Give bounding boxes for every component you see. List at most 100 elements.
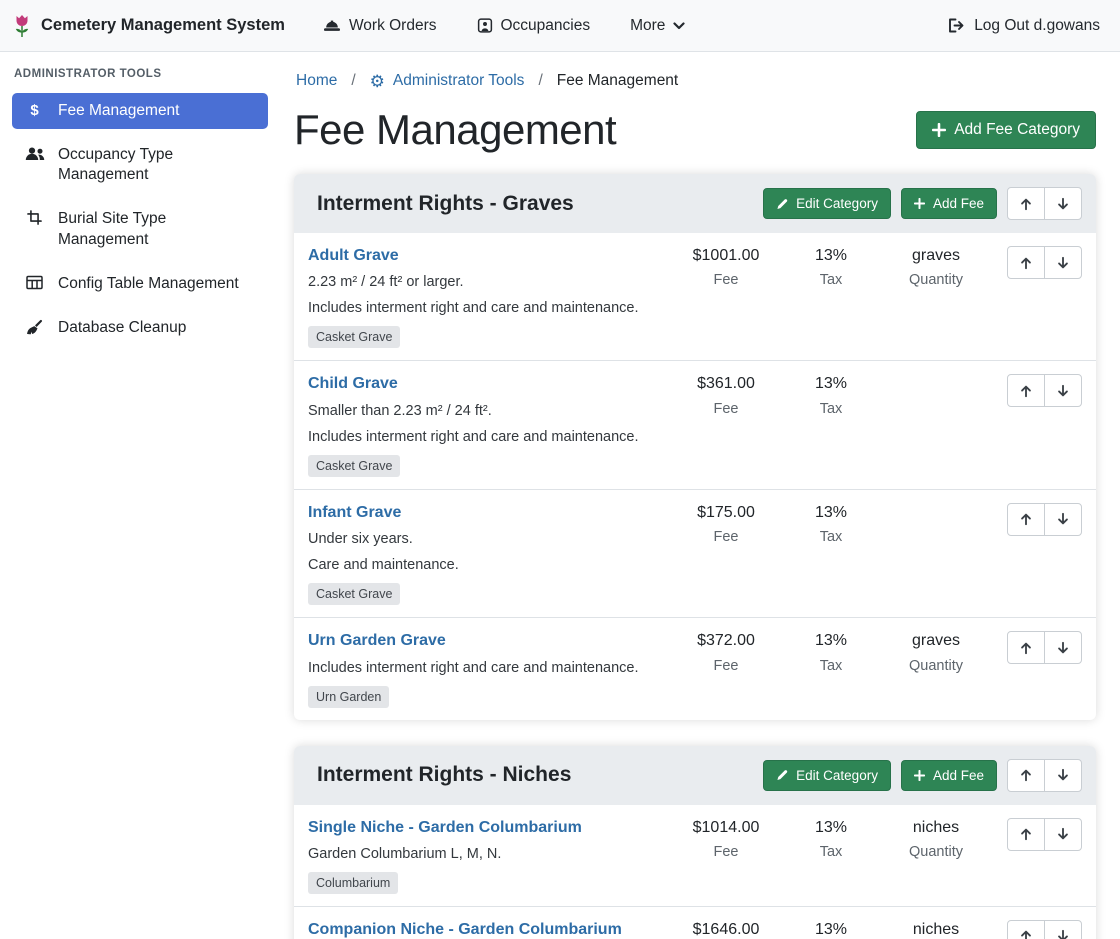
fee-amount-col: $372.00 Fee: [666, 631, 786, 673]
page-title: Fee Management: [294, 106, 616, 154]
breadcrumb-home-link[interactable]: Home: [296, 72, 337, 90]
page-layout: ADMINISTRATOR TOOLS $ Fee Management Occ…: [0, 52, 1120, 939]
fee-tax-col: 13% Tax: [786, 920, 876, 939]
fee-name-link[interactable]: Infant Grave: [308, 503, 401, 522]
sidebar-item-occupancy-type-management[interactable]: Occupancy Type Management: [12, 137, 268, 193]
fee-amount-col: $1001.00 Fee: [666, 246, 786, 288]
fee-tax-label: Tax: [786, 844, 876, 860]
edit-category-button[interactable]: Edit Category: [763, 188, 891, 219]
fee-type-badge: Casket Grave: [308, 326, 400, 348]
main-nav: Work Orders Occupancies More: [323, 17, 686, 35]
edit-category-label: Edit Category: [796, 196, 878, 211]
nav-more[interactable]: More: [630, 17, 685, 35]
nav-work-orders[interactable]: Work Orders: [323, 17, 437, 35]
fee-description: Garden Columbarium L, M, N.: [308, 845, 666, 863]
nav-more-label: More: [630, 17, 665, 35]
fee-move-up-button[interactable]: [1007, 374, 1045, 407]
logout-label: Log Out d.gowans: [974, 17, 1100, 35]
fee-name-link[interactable]: Urn Garden Grave: [308, 631, 446, 650]
fee-move-down-button[interactable]: [1044, 246, 1082, 279]
fee-name-link[interactable]: Adult Grave: [308, 246, 399, 265]
pencil-icon: [776, 198, 788, 210]
fee-tax-col: 13% Tax: [786, 818, 876, 860]
fee-amount: $361.00: [666, 374, 786, 393]
sidebar-item-fee-management[interactable]: $ Fee Management: [12, 93, 268, 129]
fee-quantity-col: graves Quantity: [876, 631, 996, 673]
fee-tax: 13%: [786, 246, 876, 265]
fee-move-up-button[interactable]: [1007, 920, 1045, 939]
fee-move-down-button[interactable]: [1044, 503, 1082, 536]
fee-move-up-button[interactable]: [1007, 246, 1045, 279]
fee-move-up-button[interactable]: [1007, 503, 1045, 536]
fee-amount-col: $175.00 Fee: [666, 503, 786, 545]
fee-tax-col: 13% Tax: [786, 246, 876, 288]
fee-tax: 13%: [786, 818, 876, 837]
fee-description: Includes interment right and care and ma…: [308, 299, 666, 317]
fee-amount: $175.00: [666, 503, 786, 522]
category-move-down-button[interactable]: [1044, 759, 1082, 792]
fee-type-badge: Casket Grave: [308, 583, 400, 605]
fee-type-badge: Columbarium: [308, 872, 398, 894]
logout-button[interactable]: Log Out d.gowans: [948, 17, 1100, 35]
plus-icon: [914, 770, 925, 781]
fee-quantity: graves: [876, 631, 996, 650]
breadcrumb-admin-tools-link[interactable]: ⚙ Administrator Tools: [370, 72, 525, 90]
add-fee-label: Add Fee: [933, 768, 984, 783]
fee-tax-label: Tax: [786, 529, 876, 545]
nav-occupancies[interactable]: Occupancies: [477, 17, 591, 35]
category-move-down-button[interactable]: [1044, 187, 1082, 220]
fee-move-up-button[interactable]: [1007, 818, 1045, 851]
add-fee-category-button[interactable]: Add Fee Category: [916, 111, 1096, 149]
sidebar: ADMINISTRATOR TOOLS $ Fee Management Occ…: [0, 52, 280, 939]
category-move-up-button[interactable]: [1007, 187, 1045, 220]
fee-name-link[interactable]: Single Niche - Garden Columbarium: [308, 818, 582, 837]
fee-move-down-button[interactable]: [1044, 374, 1082, 407]
fee-move-down-button[interactable]: [1044, 920, 1082, 939]
nav-work-orders-label: Work Orders: [349, 17, 437, 35]
fee-tax: 13%: [786, 374, 876, 393]
sidebar-item-config-table-management[interactable]: Config Table Management: [12, 266, 268, 302]
edit-category-button[interactable]: Edit Category: [763, 760, 891, 791]
sidebar-item-label: Config Table Management: [58, 274, 239, 294]
category-title: Interment Rights - Niches: [308, 763, 571, 787]
fee-reorder-buttons: [1007, 374, 1082, 407]
fee-row: Companion Niche - Garden Columbarium Gar…: [294, 907, 1096, 939]
dollar-sign-icon: $: [24, 102, 45, 120]
category-move-up-button[interactable]: [1007, 759, 1045, 792]
fee-row: Urn Garden Grave Includes interment righ…: [294, 618, 1096, 719]
fee-description: Care and maintenance.: [308, 556, 666, 574]
fee-quantity-label: Quantity: [876, 844, 996, 860]
fee-quantity: graves: [876, 246, 996, 265]
fee-move-down-button[interactable]: [1044, 631, 1082, 664]
sidebar-item-label: Occupancy Type Management: [58, 145, 256, 185]
top-navbar: Cemetery Management System Work Orders: [0, 0, 1120, 52]
fee-move-up-button[interactable]: [1007, 631, 1045, 664]
fee-info: Companion Niche - Garden Columbarium Gar…: [308, 920, 666, 939]
fee-reorder-buttons: [1007, 246, 1082, 279]
add-fee-button[interactable]: Add Fee: [901, 188, 997, 219]
fee-description: Under six years.: [308, 530, 666, 548]
fee-quantity-col: graves Quantity: [876, 246, 996, 288]
fee-amount: $1646.00: [666, 920, 786, 939]
fee-quantity: niches: [876, 818, 996, 837]
fee-reorder-buttons: [1007, 920, 1082, 939]
breadcrumb-current: Fee Management: [557, 72, 679, 90]
fee-info: Infant Grave Under six years. Care and m…: [308, 503, 666, 605]
app-brand[interactable]: Cemetery Management System: [12, 13, 285, 39]
add-fee-button[interactable]: Add Fee: [901, 760, 997, 791]
fee-amount-col: $361.00 Fee: [666, 374, 786, 416]
add-fee-label: Add Fee: [933, 196, 984, 211]
main-content: Home / ⚙ Administrator Tools / Fee Manag…: [280, 52, 1120, 939]
table-icon: [24, 275, 45, 290]
fee-name-link[interactable]: Companion Niche - Garden Columbarium: [308, 920, 622, 939]
fee-reorder-buttons: [1007, 631, 1082, 664]
sidebar-item-database-cleanup[interactable]: Database Cleanup: [12, 310, 268, 346]
sidebar-item-label: Database Cleanup: [58, 318, 186, 338]
fee-move-down-button[interactable]: [1044, 818, 1082, 851]
fee-amount-label: Fee: [666, 272, 786, 288]
fee-quantity-col: niches Quantity: [876, 818, 996, 860]
fee-name-link[interactable]: Child Grave: [308, 374, 398, 393]
sidebar-item-burial-site-type-management[interactable]: Burial Site Type Management: [12, 201, 268, 257]
sidebar-item-label: Burial Site Type Management: [58, 209, 256, 249]
fee-row: Infant Grave Under six years. Care and m…: [294, 490, 1096, 618]
